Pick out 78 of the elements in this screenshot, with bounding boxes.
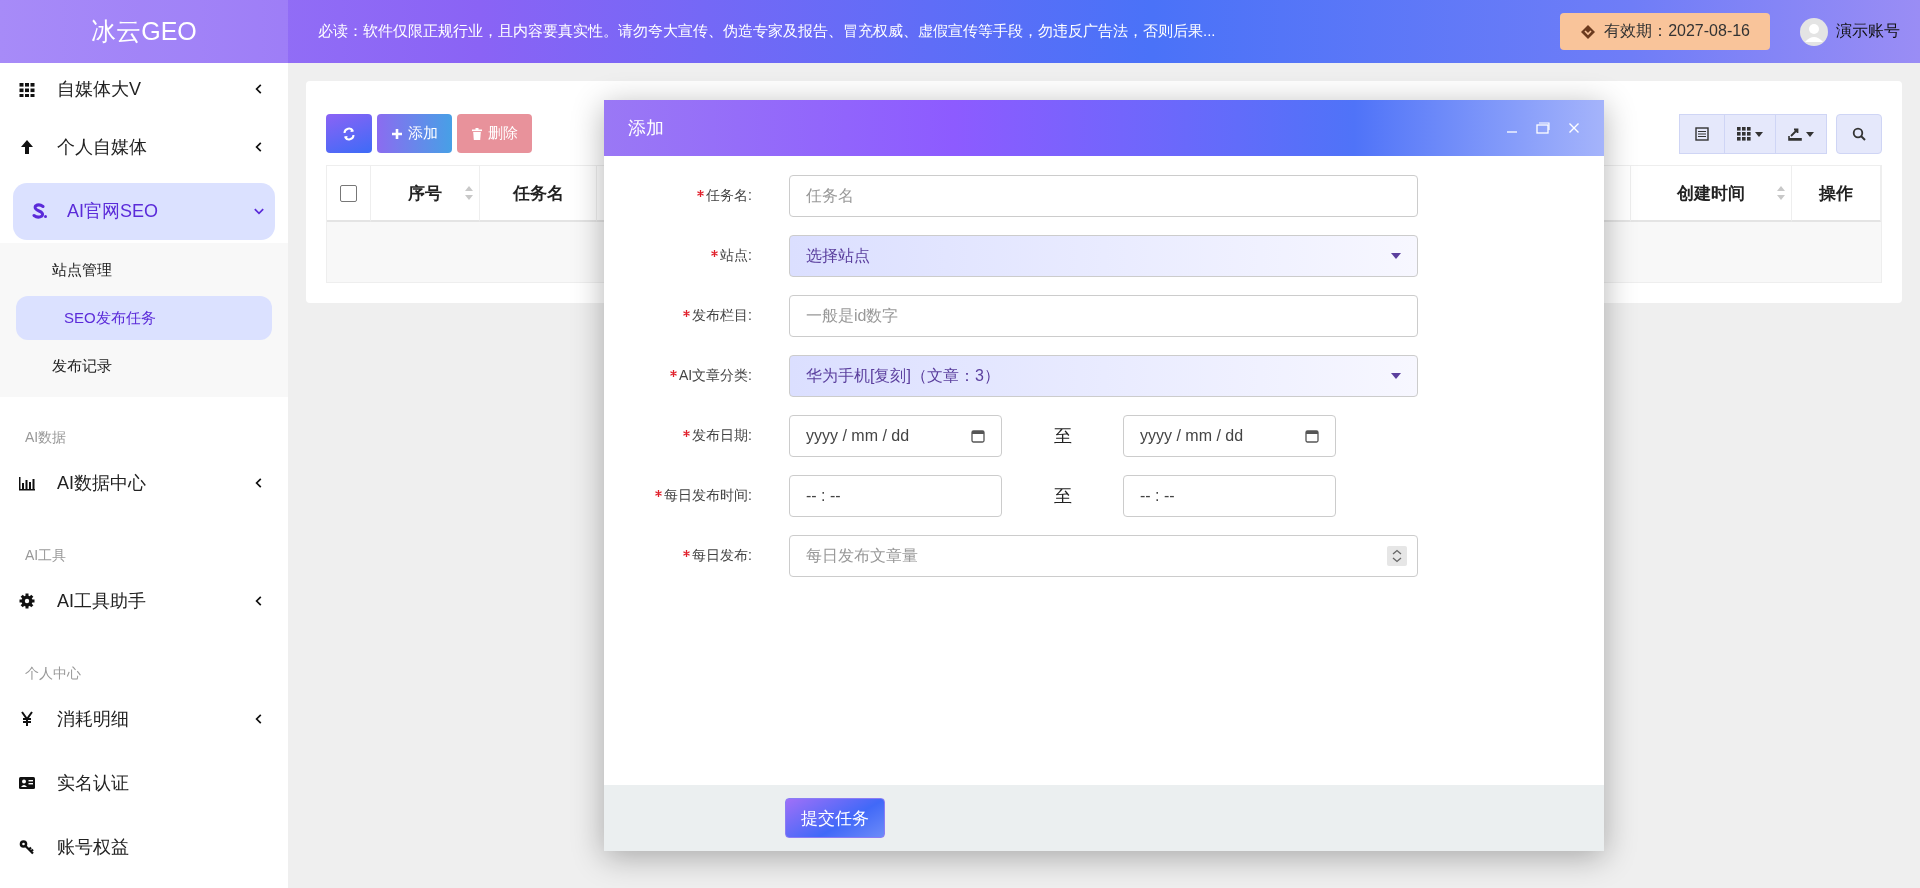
maximize-icon[interactable] xyxy=(1536,122,1550,134)
caret-icon xyxy=(1755,131,1763,137)
grid-icon xyxy=(19,81,35,97)
menu-label: 自媒体大V xyxy=(57,78,142,101)
yen-icon xyxy=(19,711,35,727)
submenu-item[interactable]: 发布记录 xyxy=(16,344,272,388)
time-field[interactable]: -- : -- xyxy=(789,475,1002,517)
menu-label: 账号权益 xyxy=(57,836,130,859)
submenu-item[interactable]: SEO发布任务 xyxy=(16,296,272,340)
search-button[interactable] xyxy=(1836,114,1882,154)
trash-icon xyxy=(471,127,483,140)
table-icon xyxy=(1695,127,1709,141)
export-icon xyxy=(1788,127,1802,141)
field-label: AI文章分类: xyxy=(678,367,752,385)
field-label: 发布栏目: xyxy=(692,307,752,325)
bar-chart-icon xyxy=(19,475,35,491)
menu-item[interactable]: 个人自媒体 xyxy=(13,119,275,175)
column-header[interactable]: 序号 xyxy=(408,181,442,205)
key-icon xyxy=(19,839,35,855)
columns-dropdown-button[interactable] xyxy=(1724,114,1776,154)
user-name[interactable]: 演示账号 xyxy=(1836,21,1900,42)
diamond-icon xyxy=(1580,23,1597,40)
submenu-item[interactable]: 站点管理 xyxy=(16,248,272,292)
column-header[interactable]: 操作 xyxy=(1819,181,1853,205)
menu-item[interactable]: AI工具助手 xyxy=(13,573,275,629)
caret-icon xyxy=(1391,253,1401,259)
field-label: 任务名: xyxy=(706,187,752,205)
menu-label: AI官网SEO xyxy=(67,200,160,223)
submit-button[interactable]: 提交任务 xyxy=(785,798,885,838)
field-label: 站点: xyxy=(720,247,752,265)
range-separator: 至 xyxy=(1052,485,1073,508)
menu-label: AI数据中心 xyxy=(57,472,147,495)
section-label: AI数据 xyxy=(24,428,68,447)
column-header[interactable]: 任务名 xyxy=(512,181,564,205)
menu-item[interactable]: AI数据中心 xyxy=(13,455,275,511)
caret-icon xyxy=(1806,131,1814,137)
field-label: 发布日期: xyxy=(692,427,752,445)
select-all-checkbox[interactable] xyxy=(340,184,357,202)
date-field[interactable]: yyyy / mm / dd xyxy=(1123,415,1336,457)
close-icon[interactable] xyxy=(1568,122,1580,134)
menu-label: 消耗明细 xyxy=(57,708,130,731)
section-label: 个人中心 xyxy=(24,664,82,683)
avatar-icon[interactable] xyxy=(1800,17,1828,46)
swirl-icon xyxy=(31,203,47,219)
section-label: AI工具 xyxy=(24,546,68,565)
time-field[interactable]: -- : -- xyxy=(1123,475,1336,517)
field-label: 每日发布: xyxy=(692,547,752,565)
search-icon xyxy=(1852,127,1866,141)
refresh-icon xyxy=(342,126,356,141)
menu-item[interactable]: AI官网SEO xyxy=(13,182,275,240)
menu-item[interactable]: 实名认证 xyxy=(13,755,275,811)
caret-icon xyxy=(1391,373,1401,379)
plus-icon xyxy=(391,127,403,140)
menu-label: 实名认证 xyxy=(57,772,130,795)
id-card-icon xyxy=(19,775,35,791)
range-separator: 至 xyxy=(1052,425,1073,448)
calendar-icon[interactable] xyxy=(1305,429,1319,443)
gear-icon xyxy=(19,593,35,609)
select-field[interactable]: 华为手机[复刻]（文章：3） xyxy=(789,355,1418,397)
expiry-text: 有效期：2027-08-16 xyxy=(1604,21,1750,41)
refresh-button[interactable] xyxy=(326,114,372,153)
menu-label: AI工具助手 xyxy=(57,590,147,613)
export-dropdown-button[interactable] xyxy=(1775,114,1827,154)
menu-item[interactable]: 消耗明细 xyxy=(13,691,275,747)
notice-text: 必读：软件仅限正规行业，且内容要真实性。请勿夸大宣传、伪造专家及报告、冒充权威、虚假宣传等手段，勿违反广告法，否则后果... xyxy=(318,22,1217,41)
menu-label: 个人自媒体 xyxy=(57,136,148,159)
table-view-button[interactable] xyxy=(1679,114,1725,154)
menu-item[interactable]: 自媒体大V xyxy=(13,61,275,117)
up-arrow-icon xyxy=(19,139,35,155)
spinner-icon[interactable] xyxy=(1387,546,1407,566)
dialog-title: 添加 xyxy=(628,117,664,140)
column-header[interactable]: 创建时间 xyxy=(1677,181,1745,205)
select-field[interactable]: 选择站点 xyxy=(789,235,1418,277)
menu-item[interactable]: 账号权益 xyxy=(13,819,275,875)
field-label: 每日发布时间: xyxy=(664,487,752,505)
grid-icon xyxy=(1737,127,1751,141)
date-field[interactable]: yyyy / mm / dd xyxy=(789,415,1002,457)
calendar-icon[interactable] xyxy=(971,429,985,443)
